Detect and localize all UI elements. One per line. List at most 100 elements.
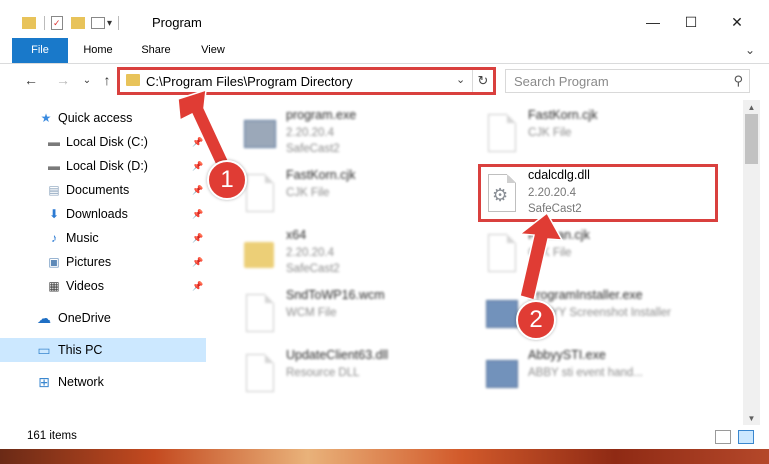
ribbon-tabs: File Home Share View ⌄ bbox=[0, 38, 769, 64]
pin-icon[interactable]: 📌 bbox=[192, 161, 203, 172]
file-type: CJK File bbox=[528, 127, 572, 139]
file-company: SafeCast2 bbox=[528, 203, 582, 215]
executable-icon bbox=[242, 110, 276, 154]
file-name: AbbyySTI.exe bbox=[528, 348, 606, 362]
status-bar: 161 items bbox=[0, 425, 769, 449]
sidebar-item-label: Local Disk (C:) bbox=[66, 135, 148, 149]
sidebar-item-label: OneDrive bbox=[58, 311, 111, 325]
address-path[interactable]: C:\Program Files\Program Directory bbox=[146, 74, 353, 89]
details-view-icon[interactable] bbox=[715, 430, 731, 444]
file-item[interactable]: SndToWP16.wcm WCM File bbox=[238, 284, 478, 344]
customize-toolbar-icon[interactable] bbox=[91, 17, 105, 29]
separator bbox=[44, 16, 45, 30]
sidebar-item-local-disk-c[interactable]: ▬ Local Disk (C:) 📌 bbox=[0, 130, 206, 154]
file-item[interactable]: Kor...an.cjk CJK File bbox=[480, 224, 720, 284]
file-item[interactable]: AbbyySTI.exe ABBY sti event hand... bbox=[480, 344, 720, 404]
vertical-scrollbar[interactable]: ▲ ▼ bbox=[743, 100, 760, 425]
tab-view[interactable]: View bbox=[190, 38, 236, 63]
executable-icon bbox=[484, 350, 518, 394]
folder-icon bbox=[126, 74, 140, 86]
tab-home[interactable]: Home bbox=[74, 38, 122, 63]
sidebar-item-local-disk-d[interactable]: ▬ Local Disk (D:) 📌 bbox=[0, 154, 206, 178]
star-icon: ★ bbox=[40, 111, 52, 125]
sidebar-item-videos[interactable]: ▦ Videos 📌 bbox=[0, 274, 206, 298]
file-item[interactable]: FastKorn.cjk CJK File bbox=[238, 164, 478, 224]
sidebar-item-documents[interactable]: ▤ Documents 📌 bbox=[0, 178, 206, 202]
sidebar-item-onedrive[interactable]: ☁ OneDrive bbox=[0, 306, 206, 330]
sidebar-item-label: Network bbox=[58, 375, 104, 389]
pin-icon[interactable]: 📌 bbox=[192, 233, 203, 244]
search-input[interactable]: Search Program bbox=[514, 74, 609, 89]
sidebar-item-label: Local Disk (D:) bbox=[66, 159, 148, 173]
document-icon bbox=[242, 170, 276, 214]
file-name: Kor...an.cjk bbox=[528, 228, 590, 242]
sidebar-item-label: Documents bbox=[66, 183, 130, 197]
sidebar-item-network[interactable]: ⊞ Network bbox=[0, 370, 206, 394]
search-icon[interactable]: ⚲ bbox=[733, 73, 743, 89]
drive-icon: ▬ bbox=[48, 159, 60, 173]
address-bar[interactable]: C:\Program Files\Program Directory ⌄ ↻ bbox=[119, 69, 494, 93]
sidebar-item-music[interactable]: ♪ Music 📌 bbox=[0, 226, 206, 250]
file-item[interactable]: x64 2.20.20.4 SafeCast2 bbox=[238, 224, 478, 284]
navigation-pane: ★ Quick access ▬ Local Disk (C:) 📌 ▬ Loc… bbox=[0, 100, 210, 425]
file-item[interactable]: UpdateClient63.dll Resource DLL bbox=[238, 344, 478, 404]
folder-icon bbox=[242, 230, 276, 274]
sidebar-item-pictures[interactable]: ▣ Pictures 📌 bbox=[0, 250, 206, 274]
scroll-down-arrow[interactable]: ▼ bbox=[743, 411, 760, 425]
sidebar-item-label: This PC bbox=[58, 343, 103, 357]
file-company: SafeCast2 bbox=[286, 263, 340, 275]
chevron-down-icon[interactable]: ⌄ bbox=[745, 43, 755, 57]
folder-icon[interactable] bbox=[22, 17, 36, 29]
close-icon: ✕ bbox=[731, 13, 743, 30]
search-box[interactable]: Search Program ⚲ bbox=[505, 69, 750, 93]
cloud-icon: ☁ bbox=[37, 309, 51, 326]
file-item[interactable]: FastKorn.cjk CJK File bbox=[480, 104, 720, 164]
pin-icon[interactable]: 📌 bbox=[192, 281, 203, 292]
pin-icon[interactable]: 📌 bbox=[192, 209, 203, 220]
step-badge-1: 1 bbox=[207, 160, 247, 200]
drive-icon: ▬ bbox=[48, 135, 60, 149]
new-folder-icon[interactable] bbox=[71, 17, 85, 29]
sidebar-item-this-pc[interactable]: ▭ This PC bbox=[0, 338, 206, 362]
scroll-up-arrow[interactable]: ▲ bbox=[743, 100, 760, 114]
documents-icon: ▤ bbox=[48, 183, 60, 197]
pictures-icon: ▣ bbox=[48, 255, 60, 269]
pin-icon[interactable]: 📌 bbox=[192, 185, 203, 196]
refresh-button[interactable]: ↻ bbox=[472, 70, 493, 92]
document-icon bbox=[242, 290, 276, 334]
network-icon: ⊞ bbox=[38, 373, 50, 390]
large-icons-view-icon[interactable] bbox=[738, 430, 754, 444]
tab-share[interactable]: Share bbox=[130, 38, 182, 63]
file-description: ABBY sti event hand... bbox=[528, 367, 643, 379]
document-icon bbox=[242, 350, 276, 394]
navigation-bar: ← → ⌄ ↑ C:\Program Files\Program Directo… bbox=[0, 64, 769, 96]
file-type: CJK File bbox=[286, 187, 330, 199]
dll-gear-icon: ⚙ bbox=[484, 170, 518, 214]
up-button[interactable]: ↑ bbox=[96, 70, 118, 90]
file-name: UpdateClient63.dll bbox=[286, 348, 389, 362]
scrollbar-thumb[interactable] bbox=[745, 114, 758, 164]
maximize-icon: ☐ bbox=[684, 13, 698, 30]
chevron-down-icon[interactable]: ⌄ bbox=[456, 73, 465, 86]
file-name: FastKorn.cjk bbox=[528, 108, 598, 122]
back-button[interactable]: ← bbox=[20, 70, 42, 90]
properties-icon[interactable]: ✓ bbox=[51, 16, 63, 30]
file-name: ProgramInstaller.exe bbox=[528, 288, 643, 302]
file-list: program.exe 2.20.20.4 SafeCast2 FastKorn… bbox=[212, 100, 742, 425]
sidebar-item-quick-access[interactable]: ★ Quick access bbox=[0, 106, 206, 130]
forward-button[interactable]: → bbox=[52, 70, 74, 90]
file-item[interactable]: program.exe 2.20.20.4 SafeCast2 bbox=[238, 104, 478, 164]
file-item-cdalcdlg-dll[interactable]: ⚙ cdalcdlg.dll 2.20.20.4 SafeCast2 bbox=[480, 164, 720, 224]
tab-file[interactable]: File bbox=[12, 38, 68, 63]
document-icon bbox=[484, 230, 518, 274]
sidebar-item-label: Pictures bbox=[66, 255, 112, 269]
sidebar-item-label: Quick access bbox=[58, 111, 133, 125]
recent-locations-button[interactable]: ⌄ bbox=[76, 70, 98, 90]
download-icon: ⬇ bbox=[48, 207, 60, 221]
file-company: SafeCast2 bbox=[286, 143, 340, 155]
pin-icon[interactable]: 📌 bbox=[192, 257, 203, 268]
pin-icon[interactable]: 📌 bbox=[192, 137, 203, 148]
videos-icon: ▦ bbox=[48, 279, 60, 293]
chevron-down-icon[interactable]: ▾ bbox=[107, 18, 112, 29]
sidebar-item-downloads[interactable]: ⬇ Downloads 📌 bbox=[0, 202, 206, 226]
